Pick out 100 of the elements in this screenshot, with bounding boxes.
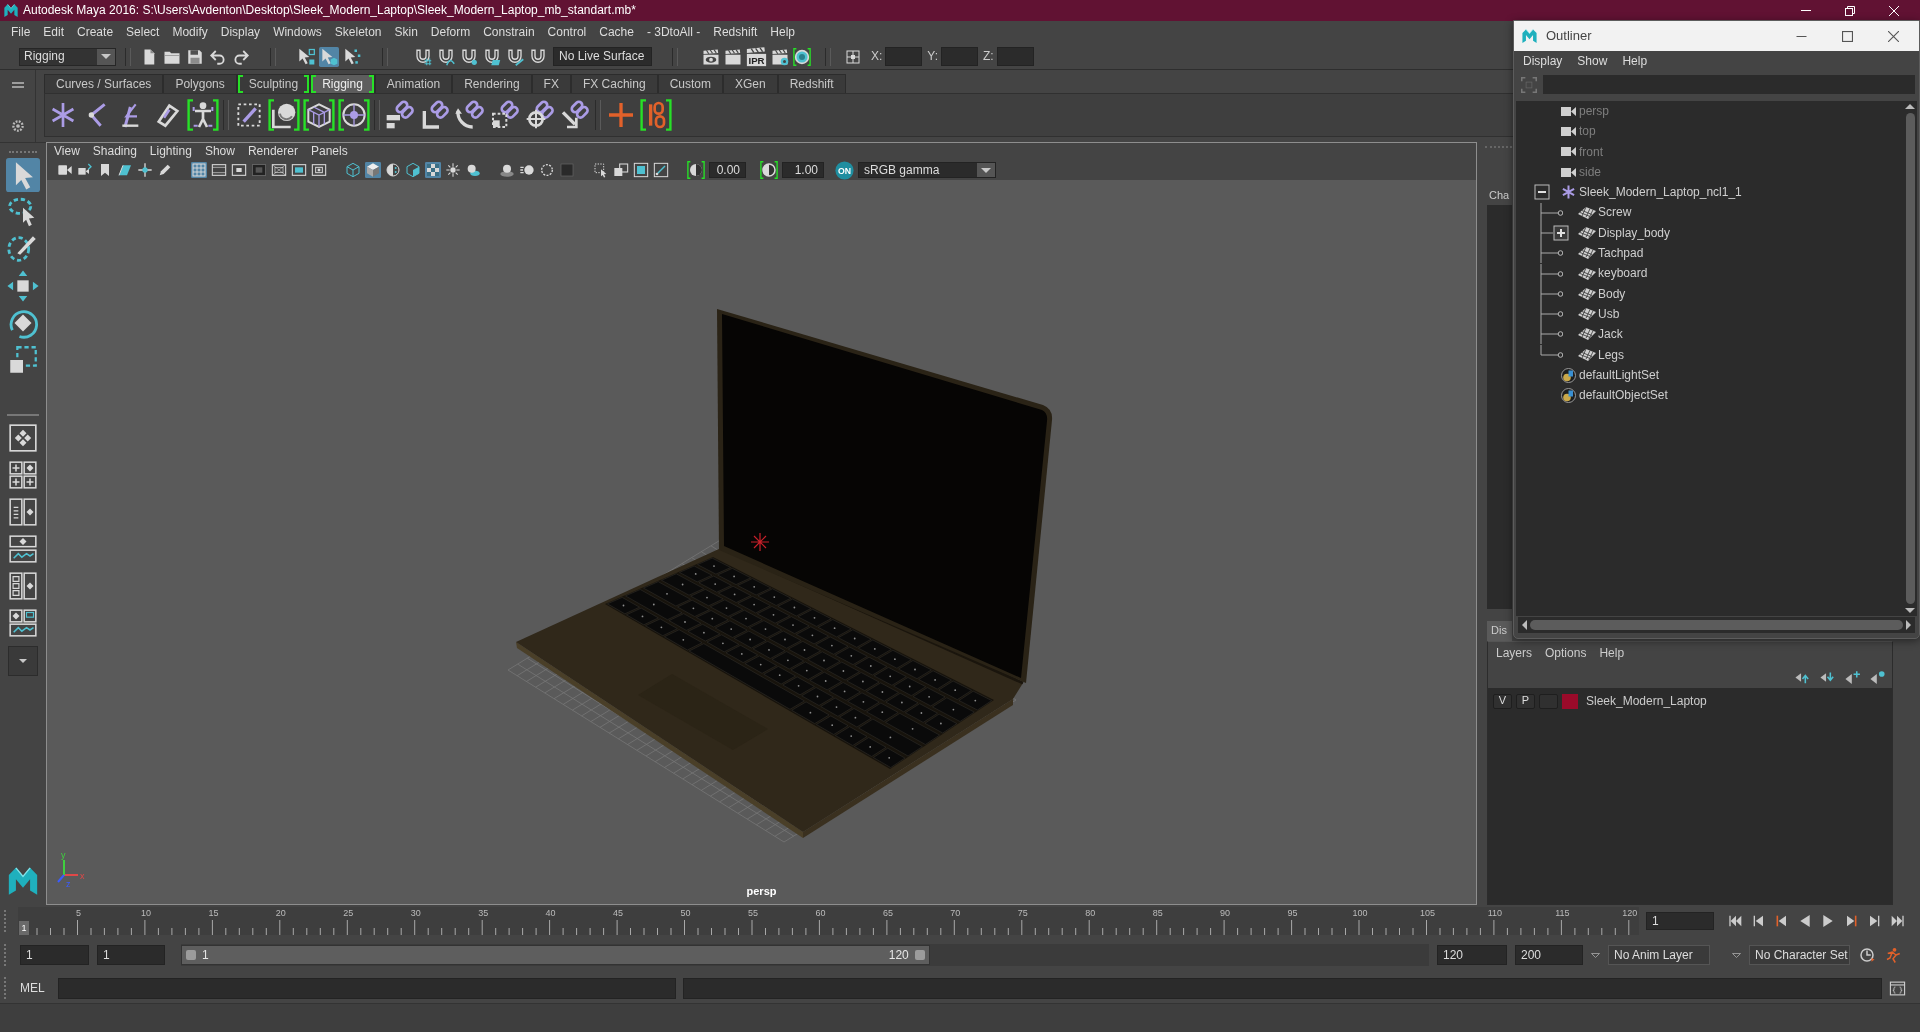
- menu-item[interactable]: Create: [77, 25, 114, 40]
- panel-menu-item[interactable]: Panels: [310, 144, 348, 159]
- restore-icon[interactable]: [1845, 5, 1855, 16]
- shelf-tab[interactable]: Animation: [374, 74, 453, 93]
- command-input-field[interactable]: [57, 977, 676, 999]
- layer-color-swatch-icon[interactable]: [1562, 693, 1578, 709]
- menu-item[interactable]: Display: [220, 25, 261, 40]
- render-view-icon[interactable]: [702, 47, 720, 66]
- menu-item[interactable]: - 3DtoAll -: [646, 25, 701, 40]
- playback-start-field[interactable]: 1: [97, 945, 165, 965]
- parent-link-icon[interactable]: [384, 99, 416, 131]
- isolate-select-icon[interactable]: [593, 162, 609, 178]
- scale-link-icon[interactable]: [489, 99, 521, 131]
- shelf-tab[interactable]: Sculpting: [236, 74, 311, 93]
- expand-icon[interactable]: [1553, 224, 1569, 241]
- shaded-cube-icon[interactable]: [365, 162, 381, 178]
- new-layer-icon[interactable]: [1844, 668, 1861, 686]
- minimize-icon[interactable]: [1796, 35, 1807, 37]
- camera-icon[interactable]: [57, 162, 73, 178]
- close-icon[interactable]: [1888, 30, 1899, 42]
- curved-link-icon[interactable]: [454, 99, 486, 131]
- dashed-circle-icon[interactable]: [539, 162, 555, 178]
- tree-item-label[interactable]: Body: [1598, 286, 1626, 301]
- wrap-sphere-icon[interactable]: [338, 99, 370, 131]
- single-pane-icon[interactable]: [9, 424, 37, 452]
- current-frame-field[interactable]: 1: [1646, 912, 1714, 930]
- image-plane-icon[interactable]: [117, 162, 133, 178]
- tree-item-label[interactable]: front: [1579, 144, 1603, 159]
- grid-magnet-icon[interactable]: [414, 47, 432, 66]
- menu-item[interactable]: Modify: [172, 25, 208, 40]
- settings-icon[interactable]: [11, 120, 24, 132]
- checker-icon[interactable]: [425, 162, 441, 178]
- vertical-scrollbar[interactable]: [1903, 101, 1917, 616]
- list-pane-icon[interactable]: [9, 498, 37, 526]
- tree-item-label[interactable]: defaultObjectSet: [1579, 388, 1668, 403]
- time-slider[interactable]: 5 10 15 20 25 30 35 40 45 50 55 60 65 70 75 80 85 90 95 100 105 110 115 120 1: [18, 907, 1639, 935]
- light-burst-icon[interactable]: [445, 162, 461, 178]
- tree-item-label[interactable]: Legs: [1598, 347, 1625, 362]
- four-pane-icon[interactable]: [9, 461, 37, 489]
- visibility-toggle[interactable]: V: [1493, 693, 1512, 709]
- plane-magnet-icon[interactable]: [483, 47, 501, 66]
- command-language-button[interactable]: MEL: [14, 980, 53, 996]
- shelf-menu-icon[interactable]: [11, 82, 24, 88]
- resolution-gate-icon[interactable]: [231, 162, 247, 178]
- layer-menu-item[interactable]: Help: [1599, 646, 1625, 666]
- range-handle-icon[interactable]: [914, 950, 925, 960]
- playback-toggle[interactable]: P: [1516, 693, 1535, 709]
- broken-link-icon[interactable]: [640, 99, 672, 131]
- display-tab[interactable]: Dis: [1487, 621, 1512, 641]
- object-select-icon[interactable]: [319, 46, 339, 67]
- panel-menu-item[interactable]: View: [54, 144, 80, 159]
- scroll-right-icon[interactable]: [1906, 620, 1911, 630]
- shelf-tab[interactable]: Polygons: [163, 74, 237, 93]
- move-icon[interactable]: [5, 269, 41, 303]
- safe-action-icon[interactable]: [291, 162, 307, 178]
- menu-item[interactable]: Control: [547, 25, 587, 40]
- xray-active-icon[interactable]: [633, 162, 649, 178]
- panel-menu-item[interactable]: Show: [204, 144, 235, 159]
- input-grid-icon[interactable]: [845, 48, 861, 65]
- exposure-field[interactable]: 0.00: [709, 162, 746, 178]
- horizontal-scrollbar[interactable]: [1518, 617, 1915, 633]
- pan-zoom-icon[interactable]: [137, 162, 153, 178]
- layout-menu-button[interactable]: [8, 646, 38, 676]
- tree-item-label[interactable]: Jack: [1598, 327, 1623, 342]
- start-time-field[interactable]: 1: [20, 945, 89, 965]
- layer-menu-item[interactable]: Options: [1545, 646, 1587, 666]
- dropdown-arrow-icon[interactable]: [1591, 952, 1600, 958]
- menu-item[interactable]: Skin: [394, 25, 418, 40]
- menu-set-dropdown[interactable]: Rigging: [19, 47, 116, 66]
- gamma-icon[interactable]: [760, 161, 778, 179]
- camera-attributes-icon[interactable]: [77, 162, 93, 178]
- xray-joints-icon[interactable]: [653, 162, 669, 178]
- pencil-icon[interactable]: [157, 162, 173, 178]
- menu-item[interactable]: Help: [770, 25, 795, 40]
- outliner-menu-item[interactable]: Show: [1577, 54, 1608, 69]
- xray-squares-icon[interactable]: [613, 162, 629, 178]
- textured-cube-icon[interactable]: [405, 162, 421, 178]
- wireframe-cube-icon[interactable]: [345, 162, 361, 178]
- component-select-icon[interactable]: [342, 46, 362, 67]
- new-layer-from-selection-icon[interactable]: [1869, 668, 1886, 686]
- tree-item-label[interactable]: Screw: [1598, 205, 1632, 220]
- shadow-sphere-icon[interactable]: [465, 162, 481, 178]
- figure-icon[interactable]: [187, 99, 219, 131]
- motion-blur-icon[interactable]: [519, 162, 535, 178]
- panel-menu-item[interactable]: Renderer: [247, 144, 298, 159]
- scroll-left-icon[interactable]: [1522, 620, 1527, 630]
- maximize-icon[interactable]: [1842, 30, 1853, 42]
- sphere-bind-icon[interactable]: [268, 99, 300, 131]
- menu-item[interactable]: Constrain: [483, 25, 535, 40]
- scroll-up-icon[interactable]: [1905, 104, 1915, 109]
- shelf-tab[interactable]: Custom: [657, 74, 723, 93]
- shelf-tab[interactable]: Redshift: [777, 74, 846, 93]
- coordinate-field[interactable]: [996, 47, 1034, 66]
- menu-item[interactable]: Redshift: [713, 25, 758, 40]
- render-settings-icon[interactable]: [771, 47, 789, 66]
- collapse-icon[interactable]: [1534, 184, 1550, 201]
- tree-item-label[interactable]: Usb: [1598, 306, 1620, 322]
- shelf-tab[interactable]: Rigging: [310, 74, 375, 93]
- field-chart-icon[interactable]: [271, 162, 287, 178]
- scrollbar-thumb[interactable]: [1530, 620, 1903, 630]
